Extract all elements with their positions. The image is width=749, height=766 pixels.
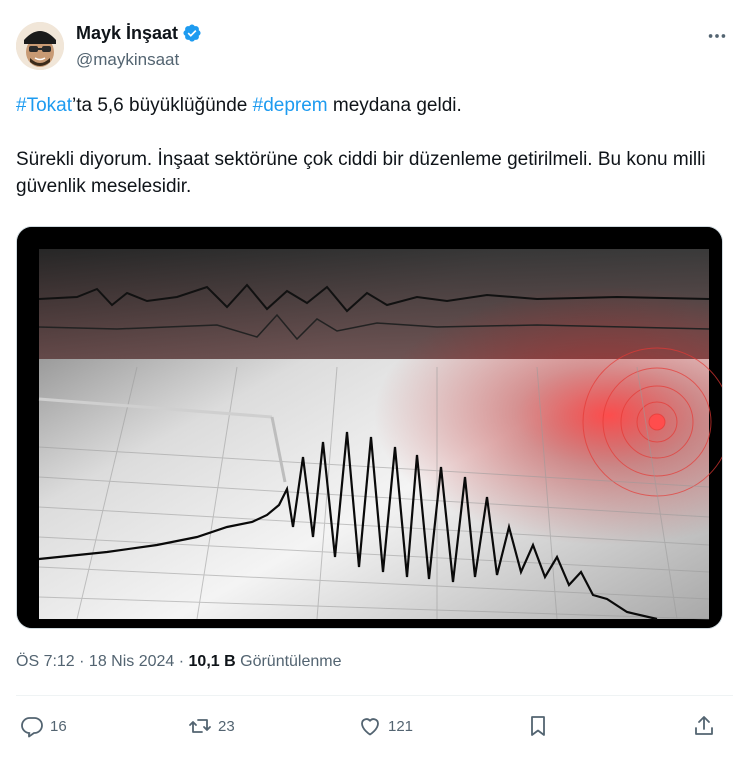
repost-icon: [189, 719, 211, 733]
heart-icon: [361, 718, 379, 736]
tweet-time[interactable]: ÖS 7:12: [16, 653, 75, 670]
more-dots-icon: [708, 34, 726, 38]
tweet-image-seismograph[interactable]: [16, 226, 723, 629]
hashtag-deprem[interactable]: #deprem: [253, 95, 328, 116]
author-name-row: Mayk İnşaat: [76, 22, 202, 44]
bookmark-icon: [531, 716, 545, 736]
meta-separator: ·: [74, 653, 89, 670]
share-button[interactable]: [692, 706, 716, 746]
tweet-text-segment: ’ta 5,6 büyüklüğünde: [71, 95, 253, 116]
repost-count: 23: [218, 717, 235, 735]
views-count[interactable]: 10,1 B: [189, 653, 236, 670]
more-options-button[interactable]: [703, 24, 731, 48]
tweet-text: #Tokat’ta 5,6 büyüklüğünde #deprem meyda…: [16, 92, 726, 200]
hashtag-tokat[interactable]: #Tokat: [16, 95, 72, 116]
tweet-date[interactable]: 18 Nis 2024: [89, 653, 174, 670]
reply-icon: [21, 717, 43, 738]
reply-count: 16: [50, 717, 67, 735]
avatar[interactable]: [16, 22, 64, 70]
like-button[interactable]: 121: [358, 706, 413, 746]
verified-badge-icon[interactable]: [182, 23, 202, 43]
views-label: Görüntülenme: [235, 653, 342, 670]
tweet-actions: 16 23 121: [16, 706, 723, 746]
repost-button[interactable]: 23: [188, 706, 235, 746]
like-count: 121: [388, 717, 414, 735]
tweet: Mayk İnşaat @maykinsaat #Tokat’ta 5,6 bü…: [0, 0, 749, 766]
meta-separator: ·: [174, 653, 189, 670]
bookmark-button[interactable]: [526, 706, 550, 746]
author-display-name[interactable]: Mayk İnşaat: [76, 22, 178, 44]
tweet-meta: ÖS 7:12 · 18 Nis 2024 · 10,1 B Görüntüle…: [16, 652, 342, 672]
author-handle[interactable]: @maykinsaat: [76, 50, 179, 70]
tweet-line-1: #Tokat’ta 5,6 büyüklüğünde #deprem meyda…: [16, 92, 726, 119]
reply-button[interactable]: 16: [20, 706, 67, 746]
tweet-text-segment: meydana geldi.: [327, 95, 462, 116]
share-icon: [695, 716, 713, 735]
divider: [16, 695, 733, 696]
tweet-paragraph-2: Sürekli diyorum. İnşaat sektörüne çok ci…: [16, 149, 706, 197]
